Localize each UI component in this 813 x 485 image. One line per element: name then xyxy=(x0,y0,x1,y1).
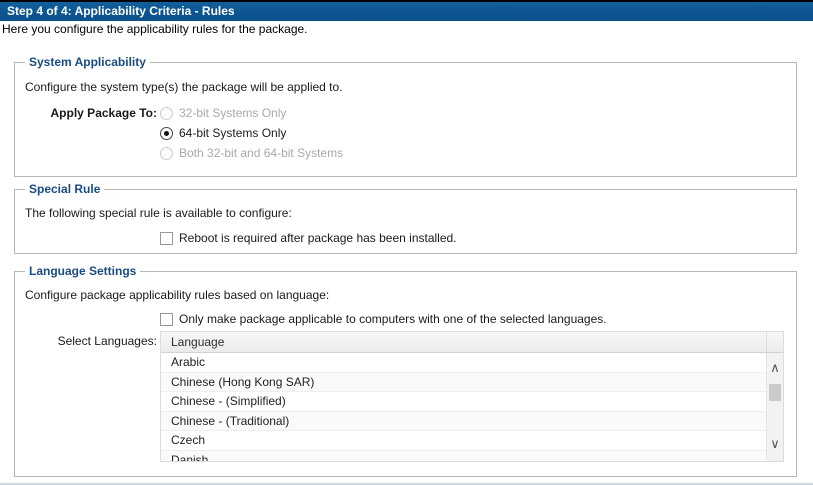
language-settings-description: Configure package applicability rules ba… xyxy=(25,288,329,302)
language-row[interactable]: Chinese - (Simplified) xyxy=(161,392,783,412)
radio-option-row: 32-bit Systems Only xyxy=(160,103,343,123)
checkbox-icon[interactable] xyxy=(160,313,173,326)
special-rule-description: The following special rule is available … xyxy=(25,206,292,220)
radio-option-label: 64-bit Systems Only xyxy=(179,126,286,140)
step-title: Step 4 of 4: Applicability Criteria - Ru… xyxy=(7,4,235,18)
scrollbar-thumb[interactable] xyxy=(769,384,781,401)
group-language-settings-title: Language Settings xyxy=(25,264,140,278)
radio-option-row: Both 32-bit and 64-bit Systems xyxy=(160,143,343,163)
radio-icon xyxy=(160,107,173,120)
checkbox-icon[interactable] xyxy=(160,232,173,245)
select-languages-label: Select Languages: xyxy=(20,334,157,348)
radio-option-row[interactable]: 64-bit Systems Only xyxy=(160,123,343,143)
language-filter-label: Only make package applicable to computer… xyxy=(179,312,607,326)
scroll-down-icon[interactable]: ∨ xyxy=(767,438,783,452)
apply-package-radio-group: 32-bit Systems Only 64-bit Systems Only Bo… xyxy=(160,103,343,163)
apply-package-to-label: Apply Package To: xyxy=(20,106,157,120)
radio-icon xyxy=(160,147,173,160)
reboot-required-label: Reboot is required after package has bee… xyxy=(179,231,457,245)
language-list[interactable]: Language ArabicChinese (Hong Kong SAR)Ch… xyxy=(160,331,784,462)
step-description: Here you configure the applicability rul… xyxy=(2,22,308,36)
step-title-bar: Step 4 of 4: Applicability Criteria - Ru… xyxy=(0,0,813,21)
header-corner xyxy=(766,332,783,352)
vertical-scrollbar[interactable]: ∧ ∨ xyxy=(766,353,783,461)
radio-option-label: 32-bit Systems Only xyxy=(179,106,286,120)
language-row[interactable]: Arabic xyxy=(161,353,783,373)
radio-option-label: Both 32-bit and 64-bit Systems xyxy=(179,146,343,160)
language-row[interactable]: Chinese - (Traditional) xyxy=(161,412,783,432)
language-column-header[interactable]: Language xyxy=(161,332,766,352)
language-row[interactable]: Chinese (Hong Kong SAR) xyxy=(161,373,783,393)
system-applicability-description: Configure the system type(s) the package… xyxy=(25,80,343,94)
group-special-rule-title: Special Rule xyxy=(25,182,104,196)
group-system-applicability-title: System Applicability xyxy=(25,55,150,69)
language-row[interactable]: Czech xyxy=(161,431,783,451)
radio-icon[interactable] xyxy=(160,127,173,140)
reboot-required-checkbox-row[interactable]: Reboot is required after package has bee… xyxy=(160,230,457,246)
language-list-body: ArabicChinese (Hong Kong SAR)Chinese - (… xyxy=(161,353,783,461)
language-row[interactable]: Danish xyxy=(161,451,783,462)
language-filter-checkbox-row[interactable]: Only make package applicable to computer… xyxy=(160,311,607,327)
scroll-up-icon[interactable]: ∧ xyxy=(767,362,783,376)
language-list-header: Language xyxy=(161,332,783,353)
wizard-step-page: Step 4 of 4: Applicability Criteria - Ru… xyxy=(0,0,813,485)
